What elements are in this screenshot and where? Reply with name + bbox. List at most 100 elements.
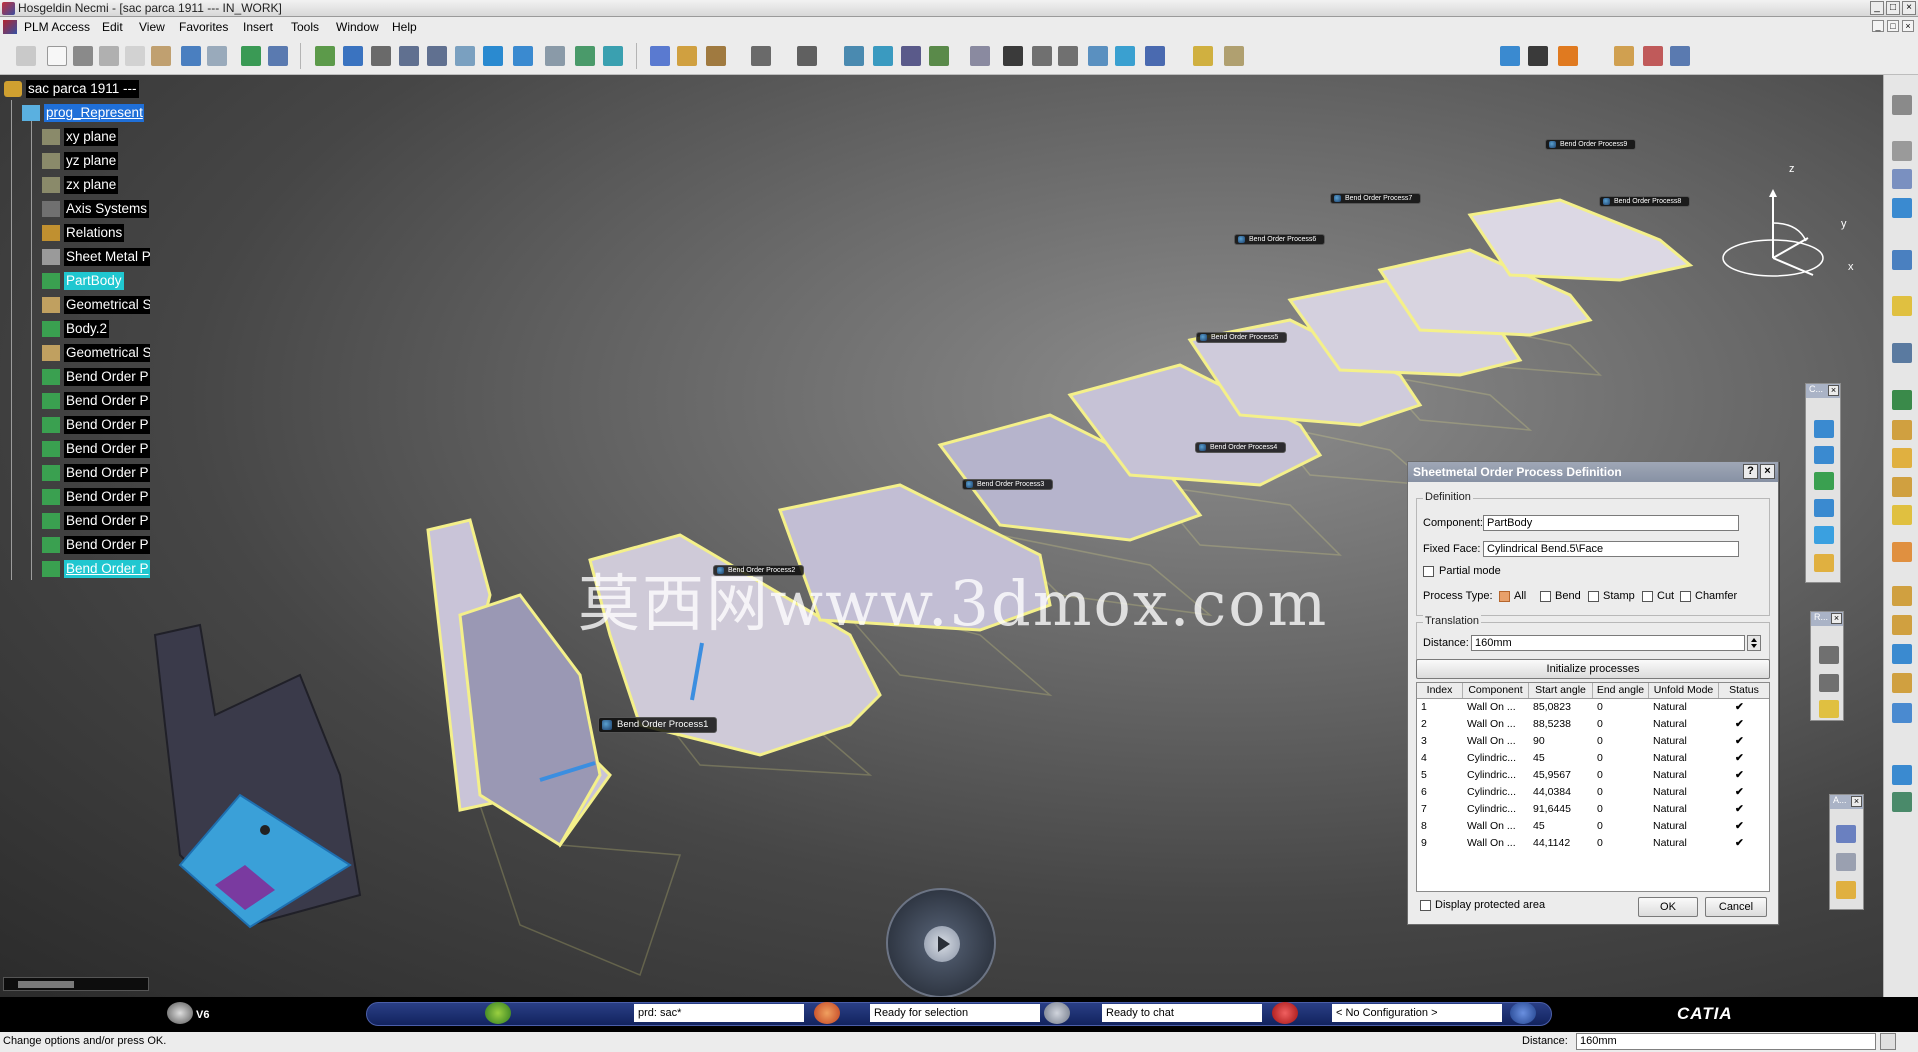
- tree-item-axis-systems[interactable]: Axis Systems: [42, 200, 150, 218]
- cycle-icon[interactable]: [970, 46, 990, 66]
- tree-item-bend-order-8[interactable]: Bend Order P: [42, 536, 150, 554]
- point-to-point-icon[interactable]: [1892, 505, 1912, 525]
- shading-icon[interactable]: [545, 46, 565, 66]
- save-icon[interactable]: [1528, 46, 1548, 66]
- point-icon[interactable]: [1814, 499, 1834, 517]
- tree-item-relations[interactable]: Relations: [42, 224, 125, 242]
- mirror-icon[interactable]: [1892, 644, 1912, 664]
- cube-icon[interactable]: [1814, 526, 1834, 544]
- tree-item-geometrical-set-1[interactable]: Geometrical S: [42, 296, 150, 314]
- selection-status-field[interactable]: Ready for selection: [870, 1004, 1040, 1022]
- arc-icon[interactable]: [1814, 472, 1834, 490]
- bend-order-process-7-callout[interactable]: Bend Order Process7: [1330, 193, 1422, 204]
- distance-field[interactable]: 160mm: [1471, 635, 1745, 651]
- hole-icon[interactable]: [1892, 586, 1912, 606]
- axis-icon[interactable]: [1032, 46, 1052, 66]
- hand-icon[interactable]: [1003, 46, 1023, 66]
- tree-item-geometrical-set-2[interactable]: Geometrical S: [42, 344, 150, 362]
- cancel-button[interactable]: Cancel: [1705, 897, 1767, 917]
- pan-icon[interactable]: [343, 46, 363, 66]
- tree-item-bend-order-1[interactable]: Bend Order P: [42, 368, 150, 386]
- annotation-icon[interactable]: [1836, 881, 1856, 899]
- column-index[interactable]: Index: [1417, 683, 1463, 698]
- display-protected-checkbox[interactable]: [1420, 900, 1431, 911]
- type-bend-checkbox[interactable]: [1540, 591, 1551, 602]
- iso-view-icon[interactable]: [513, 46, 533, 66]
- select-arrow-icon[interactable]: [1892, 296, 1912, 316]
- view-compass[interactable]: z y x: [1718, 163, 1858, 283]
- column-start-angle[interactable]: Start angle: [1529, 683, 1593, 698]
- menu-window[interactable]: Window: [336, 20, 379, 34]
- tree-item-zx-plane[interactable]: zx plane: [42, 176, 119, 194]
- constraint-icon[interactable]: [1814, 420, 1834, 438]
- table-row[interactable]: 7 Cylindric... 91,6445 0 Natural ✔: [1417, 801, 1769, 818]
- document-icon[interactable]: [3, 20, 17, 34]
- close-button[interactable]: ×: [1902, 1, 1916, 15]
- menu-help[interactable]: Help: [392, 20, 417, 34]
- bend-order-process-3-callout[interactable]: Bend Order Process3: [962, 479, 1054, 490]
- menu-tools[interactable]: Tools: [291, 20, 319, 34]
- inertia-icon[interactable]: [677, 46, 697, 66]
- tree-item-bend-order-4[interactable]: Bend Order P: [42, 440, 150, 458]
- new-icon[interactable]: [47, 46, 67, 66]
- compass-status-icon[interactable]: [485, 1002, 511, 1024]
- tree-item-prog-represent[interactable]: prog_Represent: [22, 104, 144, 122]
- plane-draw-icon[interactable]: [1819, 700, 1839, 718]
- prd-field[interactable]: prd: sac*: [634, 1004, 804, 1022]
- copy-icon[interactable]: [125, 46, 145, 66]
- undo-icon[interactable]: [181, 46, 201, 66]
- table-row[interactable]: 8 Wall On ... 45 0 Natural ✔: [1417, 818, 1769, 835]
- bend-order-process-4-callout[interactable]: Bend Order Process4: [1195, 442, 1287, 453]
- view-icon[interactable]: [1892, 765, 1912, 785]
- sketcher-icon[interactable]: [1892, 343, 1912, 363]
- hide-show-icon[interactable]: [575, 46, 595, 66]
- geometrical-set-icon[interactable]: [1224, 46, 1244, 66]
- table-row[interactable]: 3 Wall On ... 90 0 Natural ✔: [1417, 733, 1769, 750]
- menu-view[interactable]: View: [139, 20, 165, 34]
- component-field[interactable]: PartBody: [1483, 515, 1739, 531]
- table-row[interactable]: 1 Wall On ... 85,0823 0 Natural ✔: [1417, 699, 1769, 716]
- bottom-distance-field[interactable]: 160mm: [1576, 1033, 1876, 1050]
- unfold-icon[interactable]: [1892, 448, 1912, 468]
- menu-plm-access[interactable]: PLM Access: [24, 20, 90, 34]
- tree-item-yz-plane[interactable]: yz plane: [42, 152, 119, 170]
- menu-favorites[interactable]: Favorites: [179, 20, 228, 34]
- update-icon[interactable]: [241, 46, 261, 66]
- plane-icon[interactable]: [1088, 46, 1108, 66]
- tab-icon[interactable]: [1892, 169, 1912, 189]
- coordinates-icon[interactable]: [1058, 46, 1078, 66]
- bend-order-process-1-callout[interactable]: Bend Order Process1: [598, 717, 718, 733]
- user-icon[interactable]: [1558, 46, 1578, 66]
- dialog-help-button[interactable]: ?: [1743, 464, 1758, 479]
- rectangular-pattern-icon[interactable]: [1892, 673, 1912, 693]
- cutout-icon[interactable]: [1892, 390, 1912, 410]
- tree-item-bend-order-5[interactable]: Bend Order P: [42, 464, 150, 482]
- doc-minimize-button[interactable]: _: [1872, 20, 1884, 32]
- chat-status-field[interactable]: Ready to chat: [1102, 1004, 1262, 1022]
- pattern-icon[interactable]: [1643, 46, 1663, 66]
- floating-toolbar-a-close[interactable]: ×: [1851, 796, 1862, 807]
- tree-root[interactable]: sac parca 1911 ---: [4, 80, 139, 98]
- tree-item-bend-order-9[interactable]: Bend Order P: [42, 560, 150, 578]
- column-unfold-mode[interactable]: Unfold Mode: [1649, 683, 1719, 698]
- table-row[interactable]: 2 Wall On ... 88,5238 0 Natural ✔: [1417, 716, 1769, 733]
- bend-icon[interactable]: [1614, 46, 1634, 66]
- partial-mode-checkbox[interactable]: [1423, 566, 1434, 577]
- rotate-icon[interactable]: [371, 46, 391, 66]
- bend-order-process-6-callout[interactable]: Bend Order Process6: [1234, 234, 1326, 245]
- whats-this-icon[interactable]: [268, 46, 288, 66]
- navigation-wheel[interactable]: [886, 888, 996, 997]
- zoom-out-icon[interactable]: [427, 46, 447, 66]
- selection-icon[interactable]: [814, 1002, 840, 1024]
- play-icon[interactable]: [924, 926, 960, 962]
- tree-item-bend-order-6[interactable]: Bend Order P: [42, 488, 150, 506]
- workbench-icon[interactable]: [1892, 95, 1912, 115]
- stamp-icon[interactable]: [1892, 542, 1912, 562]
- floating-toolbar-c-close[interactable]: ×: [1828, 385, 1839, 396]
- knowledge-icon[interactable]: [706, 46, 726, 66]
- table-row[interactable]: 9 Wall On ... 44,1142 0 Natural ✔: [1417, 835, 1769, 852]
- table-row[interactable]: 5 Cylindric... 45,9567 0 Natural ✔: [1417, 767, 1769, 784]
- extrusion-icon[interactable]: [1892, 250, 1912, 270]
- initialize-processes-button[interactable]: Initialize processes: [1416, 659, 1770, 679]
- text-icon[interactable]: [1836, 825, 1856, 843]
